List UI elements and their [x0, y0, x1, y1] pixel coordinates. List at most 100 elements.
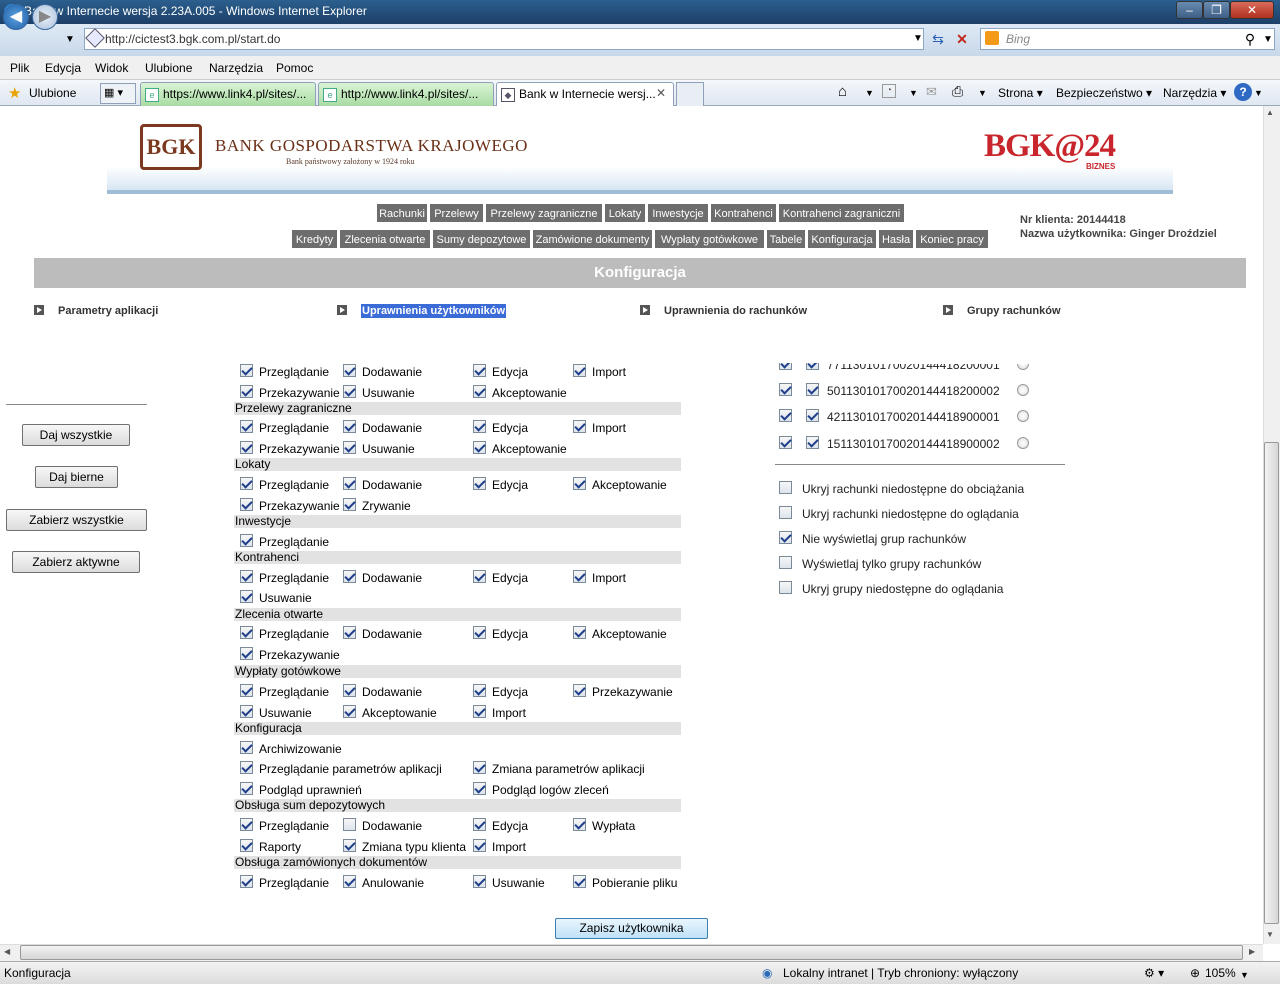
user-list-box[interactable]	[6, 357, 147, 405]
permission-checkbox[interactable]	[473, 782, 486, 795]
permission-checkbox[interactable]	[573, 364, 586, 377]
quick-tabs-icon[interactable]: ▦ ▾	[100, 83, 136, 104]
stop-icon[interactable]: ✕	[952, 29, 972, 49]
permission-checkbox[interactable]	[473, 875, 486, 888]
permission-checkbox[interactable]	[473, 477, 486, 490]
permission-checkbox[interactable]	[240, 534, 253, 547]
account-radio[interactable]	[1017, 384, 1029, 396]
permission-checkbox[interactable]	[573, 626, 586, 639]
permission-checkbox[interactable]	[473, 570, 486, 583]
option-checkbox[interactable]	[779, 531, 792, 544]
permission-checkbox[interactable]	[240, 818, 253, 831]
menu-ulubione[interactable]: Ulubione	[145, 61, 192, 75]
permission-checkbox[interactable]	[343, 818, 356, 831]
permission-checkbox[interactable]	[343, 420, 356, 433]
save-user-button[interactable]: Zapisz użytkownika	[555, 918, 708, 939]
daj-wszystkie-button[interactable]: Daj wszystkie	[22, 424, 130, 446]
print-dropdown-icon[interactable]: ▼	[978, 88, 987, 98]
tools-menu[interactable]: Narzędzia ▾	[1163, 86, 1226, 100]
home-dropdown-icon[interactable]: ▼	[865, 88, 874, 98]
nav-rachunki[interactable]: Rachunki	[376, 203, 428, 223]
permission-checkbox[interactable]	[343, 626, 356, 639]
permission-checkbox[interactable]	[343, 570, 356, 583]
menu-pomoc[interactable]: Pomoc	[276, 61, 313, 75]
page-menu[interactable]: Strona ▾	[998, 86, 1043, 100]
permission-checkbox[interactable]	[240, 839, 253, 852]
permission-checkbox[interactable]	[343, 705, 356, 718]
account-radio[interactable]	[1017, 437, 1029, 449]
search-dropdown-icon[interactable]: ▼	[1258, 30, 1278, 50]
print-icon[interactable]: ⎙	[952, 83, 963, 100]
permission-checkbox[interactable]	[343, 441, 356, 454]
permission-checkbox[interactable]	[473, 420, 486, 433]
permission-checkbox[interactable]	[573, 570, 586, 583]
feeds-icon[interactable]: ◔	[882, 84, 896, 98]
account-select-checkbox[interactable]	[779, 383, 792, 396]
nav-przelewy-zagraniczne[interactable]: Przelewy zagraniczne	[485, 203, 603, 223]
permission-checkbox[interactable]	[240, 761, 253, 774]
feeds-dropdown-icon[interactable]: ▼	[909, 88, 918, 98]
permission-checkbox[interactable]	[240, 385, 253, 398]
nav-koniec-pracy[interactable]: Koniec pracy	[915, 229, 989, 249]
nav-inwestycje[interactable]: Inwestycje	[647, 203, 709, 223]
permission-checkbox[interactable]	[473, 839, 486, 852]
nav-sumy-depozytowe[interactable]: Sumy depozytowe	[432, 229, 531, 249]
home-icon[interactable]: ⌂	[838, 83, 847, 100]
permission-checkbox[interactable]	[573, 684, 586, 697]
protected-mode-icon[interactable]: ⚙ ▾	[1144, 966, 1164, 980]
permission-checkbox[interactable]	[473, 385, 486, 398]
nav-zamowione-dokumenty[interactable]: Zamówione dokumenty	[532, 229, 653, 249]
subnav-parametry[interactable]: Parametry aplikacji	[34, 305, 158, 317]
nav-hasla[interactable]: Hasła	[878, 229, 914, 249]
close-button[interactable]: ✕	[1230, 1, 1274, 19]
option-checkbox[interactable]	[779, 556, 792, 569]
subnav-grupy-rachunkow[interactable]: Grupy rachunków	[943, 305, 1061, 317]
tab-link4-1[interactable]: e https://www.link4.pl/sites/...	[140, 82, 316, 106]
permission-checkbox[interactable]	[473, 364, 486, 377]
menu-plik[interactable]: Plik	[10, 61, 29, 75]
nav-lokaty[interactable]: Lokaty	[604, 203, 646, 223]
subnav-uprawnienia-rachunkow[interactable]: Uprawnienia do rachunków	[640, 305, 807, 317]
permission-checkbox[interactable]	[240, 498, 253, 511]
permission-checkbox[interactable]	[240, 364, 253, 377]
nav-zlecenia-otwarte[interactable]: Zlecenia otwarte	[339, 229, 431, 249]
zoom-level[interactable]: 105%	[1205, 966, 1236, 980]
permission-checkbox[interactable]	[240, 590, 253, 603]
help-dropdown-icon[interactable]: ▼	[1254, 88, 1263, 98]
option-checkbox[interactable]	[779, 481, 792, 494]
permission-checkbox[interactable]	[343, 684, 356, 697]
permission-checkbox[interactable]	[240, 684, 253, 697]
permission-checkbox[interactable]	[240, 570, 253, 583]
permission-checkbox[interactable]	[473, 684, 486, 697]
help-icon[interactable]: ?	[1234, 83, 1252, 101]
vertical-scroll-thumb[interactable]	[1264, 442, 1279, 924]
account-access-checkbox[interactable]	[806, 409, 819, 422]
nav-kredyty[interactable]: Kredyty	[291, 229, 338, 249]
permission-checkbox[interactable]	[343, 839, 356, 852]
scroll-left-icon[interactable]: ◀	[4, 947, 10, 956]
close-tab-icon[interactable]: ✕	[656, 86, 666, 100]
permission-checkbox[interactable]	[343, 385, 356, 398]
permission-checkbox[interactable]	[473, 818, 486, 831]
permission-checkbox[interactable]	[473, 441, 486, 454]
account-access-checkbox[interactable]	[806, 436, 819, 449]
permission-checkbox[interactable]	[473, 705, 486, 718]
permission-checkbox[interactable]	[240, 626, 253, 639]
permission-checkbox[interactable]	[240, 782, 253, 795]
permission-checkbox[interactable]	[343, 498, 356, 511]
permission-checkbox[interactable]	[343, 364, 356, 377]
mail-icon[interactable]: ✉	[926, 84, 937, 100]
search-icon[interactable]: ⚲	[1240, 29, 1260, 49]
permission-checkbox[interactable]	[573, 477, 586, 490]
tab-bank[interactable]: ◆ Bank w Internecie wersj...	[496, 82, 674, 106]
menu-widok[interactable]: Widok	[95, 61, 128, 75]
menu-narzedzia[interactable]: Narzędzia	[209, 61, 263, 75]
nav-przelewy[interactable]: Przelewy	[429, 203, 484, 223]
permission-checkbox[interactable]	[573, 818, 586, 831]
zabierz-aktywne-button[interactable]: Zabierz aktywne	[12, 551, 140, 573]
account-select-checkbox[interactable]	[779, 436, 792, 449]
new-tab-button[interactable]	[676, 82, 704, 106]
zoom-icon[interactable]: ⊕	[1190, 966, 1200, 980]
minimize-button[interactable]: –	[1176, 1, 1203, 19]
permission-checkbox[interactable]	[343, 875, 356, 888]
